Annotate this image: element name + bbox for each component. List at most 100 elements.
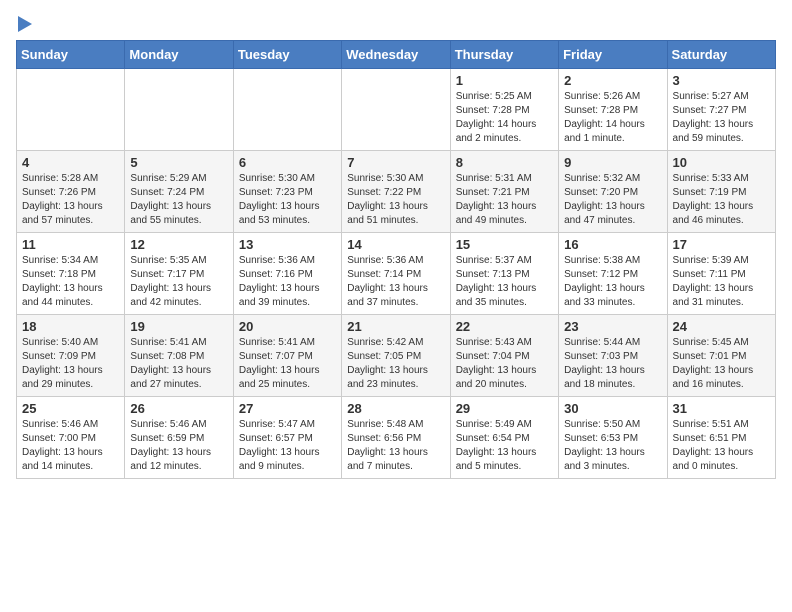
day-cell: 4 Sunrise: 5:28 AM Sunset: 7:26 PM Daylig… (17, 151, 125, 233)
day-number: 3 (673, 73, 770, 88)
day-number: 11 (22, 237, 119, 252)
day-info: Sunrise: 5:50 AM Sunset: 6:53 PM Dayligh… (564, 418, 661, 474)
day-number: 29 (456, 401, 553, 416)
day-info: Sunrise: 5:28 AM Sunset: 7:26 PM Dayligh… (22, 172, 119, 228)
day-cell: 13 Sunrise: 5:36 AM Sunset: 7:16 PM Dayli… (233, 233, 341, 315)
week-row-4: 18 Sunrise: 5:40 AM Sunset: 7:09 PM Dayli… (17, 315, 776, 397)
day-number: 20 (239, 319, 336, 334)
day-cell: 29 Sunrise: 5:49 AM Sunset: 6:54 PM Dayli… (450, 397, 558, 479)
day-info: Sunrise: 5:48 AM Sunset: 6:56 PM Dayligh… (347, 418, 444, 474)
day-cell: 16Sunrise: 5:38 AM Sunset: 7:12 PM Dayli… (559, 233, 667, 315)
day-cell: 12 Sunrise: 5:35 AM Sunset: 7:17 PM Dayli… (125, 233, 233, 315)
day-cell: 27 Sunrise: 5:47 AM Sunset: 6:57 PM Dayli… (233, 397, 341, 479)
weekday-header-monday: Monday (125, 41, 233, 69)
day-number: 1 (456, 73, 553, 88)
day-cell: 21 Sunrise: 5:42 AM Sunset: 7:05 PM Dayli… (342, 315, 450, 397)
week-row-1: 1 Sunrise: 5:25 AM Sunset: 7:28 PM Daylig… (17, 69, 776, 151)
day-cell: 1 Sunrise: 5:25 AM Sunset: 7:28 PM Daylig… (450, 69, 558, 151)
day-info: Sunrise: 5:26 AM Sunset: 7:28 PM Dayligh… (564, 90, 661, 146)
day-number: 14 (347, 237, 444, 252)
weekday-header-sunday: Sunday (17, 41, 125, 69)
day-number: 6 (239, 155, 336, 170)
day-number: 24 (673, 319, 770, 334)
day-cell: 2 Sunrise: 5:26 AM Sunset: 7:28 PM Daylig… (559, 69, 667, 151)
day-number: 19 (130, 319, 227, 334)
day-info: Sunrise: 5:38 AM Sunset: 7:12 PM Dayligh… (564, 254, 661, 310)
day-cell: 6 Sunrise: 5:30 AM Sunset: 7:23 PM Daylig… (233, 151, 341, 233)
day-cell (17, 69, 125, 151)
day-cell: 3Sunrise: 5:27 AM Sunset: 7:27 PM Daylig… (667, 69, 775, 151)
day-info: Sunrise: 5:30 AM Sunset: 7:22 PM Dayligh… (347, 172, 444, 228)
day-cell: 10 Sunrise: 5:33 AM Sunset: 7:19 PM Dayli… (667, 151, 775, 233)
day-info: Sunrise: 5:30 AM Sunset: 7:23 PM Dayligh… (239, 172, 336, 228)
day-number: 15 (456, 237, 553, 252)
logo-arrow-icon (18, 16, 32, 32)
day-cell: 7 Sunrise: 5:30 AM Sunset: 7:22 PM Daylig… (342, 151, 450, 233)
day-info: Sunrise: 5:45 AM Sunset: 7:01 PM Dayligh… (673, 336, 770, 392)
day-info: Sunrise: 5:25 AM Sunset: 7:28 PM Dayligh… (456, 90, 553, 146)
day-info: Sunrise: 5:35 AM Sunset: 7:17 PM Dayligh… (130, 254, 227, 310)
day-number: 13 (239, 237, 336, 252)
week-row-3: 11 Sunrise: 5:34 AM Sunset: 7:18 PM Dayli… (17, 233, 776, 315)
weekday-header-tuesday: Tuesday (233, 41, 341, 69)
day-info: Sunrise: 5:34 AM Sunset: 7:18 PM Dayligh… (22, 254, 119, 310)
day-number: 5 (130, 155, 227, 170)
day-info: Sunrise: 5:51 AM Sunset: 6:51 PM Dayligh… (673, 418, 770, 474)
day-info: Sunrise: 5:40 AM Sunset: 7:09 PM Dayligh… (22, 336, 119, 392)
day-cell (233, 69, 341, 151)
day-number: 27 (239, 401, 336, 416)
day-cell: 8 Sunrise: 5:31 AM Sunset: 7:21 PM Daylig… (450, 151, 558, 233)
weekday-header-wednesday: Wednesday (342, 41, 450, 69)
day-cell: 17Sunrise: 5:39 AM Sunset: 7:11 PM Dayli… (667, 233, 775, 315)
day-info: Sunrise: 5:44 AM Sunset: 7:03 PM Dayligh… (564, 336, 661, 392)
day-number: 21 (347, 319, 444, 334)
day-cell: 24 Sunrise: 5:45 AM Sunset: 7:01 PM Dayli… (667, 315, 775, 397)
day-info: Sunrise: 5:41 AM Sunset: 7:08 PM Dayligh… (130, 336, 227, 392)
day-number: 18 (22, 319, 119, 334)
day-cell: 26Sunrise: 5:46 AM Sunset: 6:59 PM Dayli… (125, 397, 233, 479)
weekday-header-friday: Friday (559, 41, 667, 69)
day-cell: 9Sunrise: 5:32 AM Sunset: 7:20 PM Daylig… (559, 151, 667, 233)
day-info: Sunrise: 5:49 AM Sunset: 6:54 PM Dayligh… (456, 418, 553, 474)
week-row-2: 4 Sunrise: 5:28 AM Sunset: 7:26 PM Daylig… (17, 151, 776, 233)
day-cell: 5 Sunrise: 5:29 AM Sunset: 7:24 PM Daylig… (125, 151, 233, 233)
day-info: Sunrise: 5:33 AM Sunset: 7:19 PM Dayligh… (673, 172, 770, 228)
day-cell (342, 69, 450, 151)
day-info: Sunrise: 5:47 AM Sunset: 6:57 PM Dayligh… (239, 418, 336, 474)
day-number: 7 (347, 155, 444, 170)
week-row-5: 25 Sunrise: 5:46 AM Sunset: 7:00 PM Dayli… (17, 397, 776, 479)
day-cell: 20 Sunrise: 5:41 AM Sunset: 7:07 PM Dayli… (233, 315, 341, 397)
day-info: Sunrise: 5:29 AM Sunset: 7:24 PM Dayligh… (130, 172, 227, 228)
day-number: 12 (130, 237, 227, 252)
day-cell: 22 Sunrise: 5:43 AM Sunset: 7:04 PM Dayli… (450, 315, 558, 397)
day-number: 9 (564, 155, 661, 170)
day-number: 10 (673, 155, 770, 170)
logo (16, 16, 32, 32)
day-number: 25 (22, 401, 119, 416)
day-number: 26 (130, 401, 227, 416)
day-number: 8 (456, 155, 553, 170)
calendar-table: SundayMondayTuesdayWednesdayThursdayFrid… (16, 40, 776, 479)
day-info: Sunrise: 5:43 AM Sunset: 7:04 PM Dayligh… (456, 336, 553, 392)
day-cell: 28Sunrise: 5:48 AM Sunset: 6:56 PM Dayli… (342, 397, 450, 479)
day-info: Sunrise: 5:31 AM Sunset: 7:21 PM Dayligh… (456, 172, 553, 228)
day-info: Sunrise: 5:41 AM Sunset: 7:07 PM Dayligh… (239, 336, 336, 392)
day-number: 2 (564, 73, 661, 88)
day-cell: 25 Sunrise: 5:46 AM Sunset: 7:00 PM Dayli… (17, 397, 125, 479)
day-number: 23 (564, 319, 661, 334)
day-info: Sunrise: 5:42 AM Sunset: 7:05 PM Dayligh… (347, 336, 444, 392)
day-cell: 19 Sunrise: 5:41 AM Sunset: 7:08 PM Dayli… (125, 315, 233, 397)
weekday-header-saturday: Saturday (667, 41, 775, 69)
weekday-header-row: SundayMondayTuesdayWednesdayThursdayFrid… (17, 41, 776, 69)
page-header (16, 16, 776, 32)
day-number: 22 (456, 319, 553, 334)
day-info: Sunrise: 5:46 AM Sunset: 7:00 PM Dayligh… (22, 418, 119, 474)
day-cell: 30Sunrise: 5:50 AM Sunset: 6:53 PM Dayli… (559, 397, 667, 479)
day-cell: 15Sunrise: 5:37 AM Sunset: 7:13 PM Dayli… (450, 233, 558, 315)
day-info: Sunrise: 5:36 AM Sunset: 7:16 PM Dayligh… (239, 254, 336, 310)
day-cell (125, 69, 233, 151)
day-cell: 31 Sunrise: 5:51 AM Sunset: 6:51 PM Dayli… (667, 397, 775, 479)
day-number: 4 (22, 155, 119, 170)
day-number: 31 (673, 401, 770, 416)
day-cell: 23 Sunrise: 5:44 AM Sunset: 7:03 PM Dayli… (559, 315, 667, 397)
